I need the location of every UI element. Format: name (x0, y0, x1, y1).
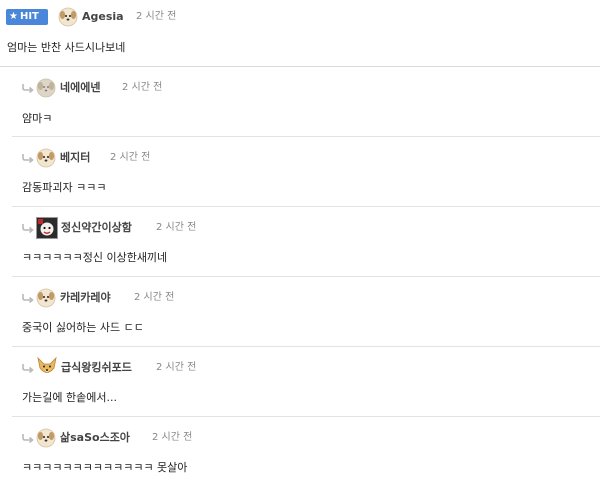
comment-text: 가는길에 한솥에서... (22, 391, 117, 404)
comment-time: 2 시간 전 (156, 222, 197, 233)
star-icon: ★ (9, 11, 18, 22)
puppy-avatar-icon[interactable] (58, 7, 78, 27)
puppy-avatar-icon[interactable] (36, 428, 56, 448)
comment-time: 2 시간 전 (134, 292, 175, 303)
comment-text: ㅋㅋㅋㅋㅋㅋ정신 이상한새끼네 (22, 251, 168, 264)
hit-badge-label: HIT (19, 11, 39, 22)
comment-time: 2 시간 전 (110, 152, 151, 163)
reply-arrow-icon (22, 224, 34, 233)
author-nickname[interactable]: Agesia (82, 10, 124, 24)
comment-time: 2 시간 전 (136, 11, 177, 22)
reply-comment: 카레카레야 2 시간 전 중국이 싫어하는 사드 ㄷㄷ (12, 276, 600, 347)
puppy-avatar-gray-icon[interactable] (36, 78, 56, 98)
reply-comment: 정신약간이상함 2 시간 전 ㅋㅋㅋㅋㅋㅋ정신 이상한새끼네 (12, 206, 600, 277)
hit-badge: ★ HIT (6, 9, 48, 25)
custom-avatar-icon[interactable] (36, 217, 58, 239)
author-nickname[interactable]: 카레카레야 (60, 291, 111, 305)
reply-comment: 베지터 2 시간 전 감동파괴자 ㅋㅋㅋ (12, 136, 600, 207)
reply-arrow-icon (22, 364, 34, 373)
reply-arrow-icon (22, 434, 34, 443)
comment: ★ HIT Agesia 2 시간 전 엄마는 반찬 사드시나보네 (0, 0, 600, 67)
reply-arrow-icon (22, 84, 34, 93)
comment-text: 엄마는 반찬 사드시나보네 (7, 41, 126, 54)
reply-comment: 급식왕킹쉬포드 2 시간 전 가는길에 한솥에서... (12, 346, 600, 417)
fox-avatar-icon[interactable] (36, 356, 58, 378)
author-nickname[interactable]: 정신약간이상함 (61, 221, 132, 235)
author-nickname[interactable]: 네에에넨 (60, 81, 100, 95)
comment-text: 얌마ㅋ (22, 112, 53, 125)
author-nickname[interactable]: 베지터 (60, 151, 90, 165)
comment-time: 2 시간 전 (122, 82, 163, 93)
reply-comment: 네에에넨 2 시간 전 얌마ㅋ (12, 66, 600, 137)
puppy-avatar-icon[interactable] (36, 288, 56, 308)
comment-text: 중국이 싫어하는 사드 ㄷㄷ (22, 321, 144, 334)
comment-time: 2 시간 전 (156, 362, 197, 373)
comment-text: ㅋㅋㅋㅋㅋㅋㅋㅋㅋㅋㅋㅋㅋ 못살아 (22, 461, 188, 474)
comment-text: 감동파괴자 ㅋㅋㅋ (22, 181, 107, 194)
reply-arrow-icon (22, 154, 34, 163)
reply-comment: 삶saSo스조아 2 시간 전 ㅋㅋㅋㅋㅋㅋㅋㅋㅋㅋㅋㅋㅋ 못살아 (12, 416, 600, 480)
reply-arrow-icon (22, 294, 34, 303)
comment-time: 2 시간 전 (152, 432, 193, 443)
puppy-avatar-icon[interactable] (36, 148, 56, 168)
author-nickname[interactable]: 삶saSo스조아 (60, 431, 130, 445)
author-nickname[interactable]: 급식왕킹쉬포드 (61, 361, 132, 375)
